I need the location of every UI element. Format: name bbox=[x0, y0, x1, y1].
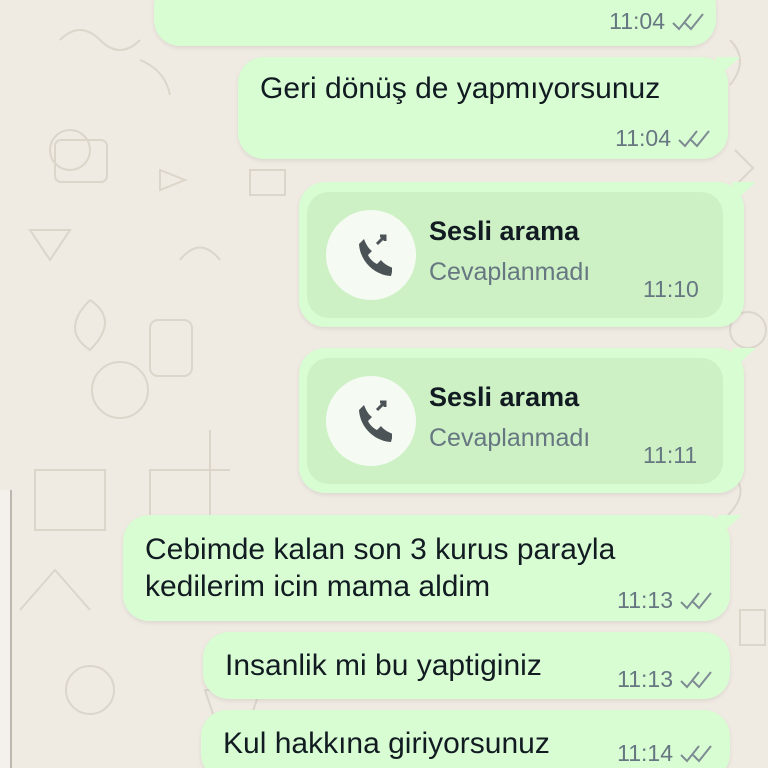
message-bubble-1[interactable]: 11:04 bbox=[154, 0, 716, 46]
message-time-2: 11:04 bbox=[615, 125, 671, 151]
call-time-1: 11:10 bbox=[643, 276, 699, 302]
read-receipt-icon bbox=[680, 670, 712, 688]
message-meta-1: 11:04 bbox=[609, 8, 706, 35]
read-receipt-icon bbox=[678, 129, 710, 147]
message-meta-3: 11:13 bbox=[617, 587, 714, 614]
voice-call-card-1: Sesli arama Cevaplanmadı 11:10 bbox=[307, 192, 723, 318]
read-receipt-icon bbox=[672, 12, 704, 30]
voice-call-card-2: Sesli arama Cevaplanmadı 11:11 bbox=[307, 358, 723, 484]
message-bubble-2[interactable]: Geri dönüş de yapmıyorsunuz 11:04 bbox=[238, 57, 740, 159]
message-bubble-5[interactable]: Kul hakkına giriyorsunuz 11:14 bbox=[201, 710, 730, 768]
voice-call-bubble-2[interactable]: Sesli arama Cevaplanmadı 11:11 bbox=[299, 348, 756, 493]
message-meta-4: 11:13 bbox=[617, 666, 714, 693]
message-text-line-1: Cebimde kalan son 3 kurus parayla bbox=[145, 533, 616, 566]
call-title-2: Sesli arama bbox=[429, 382, 580, 412]
call-status-2: Cevaplanmadı bbox=[429, 424, 591, 452]
message-text-4: Insanlik mi bu yaptiginiz bbox=[225, 649, 542, 682]
outgoing-call-icon bbox=[359, 400, 392, 442]
read-receipt-icon bbox=[680, 591, 712, 609]
outgoing-call-icon bbox=[359, 234, 392, 276]
message-bubble-3[interactable]: Cebimde kalan son 3 kurus parayla kedile… bbox=[123, 515, 742, 621]
message-text-5: Kul hakkına giriyorsunuz bbox=[223, 727, 550, 760]
call-time-2: 11:11 bbox=[643, 442, 698, 468]
message-time-3: 11:13 bbox=[617, 587, 673, 613]
voice-call-bubble-1[interactable]: Sesli arama Cevaplanmadı 11:10 bbox=[299, 182, 756, 327]
read-receipt-icon bbox=[680, 744, 712, 762]
message-time-1: 11:04 bbox=[609, 8, 665, 34]
call-status-1: Cevaplanmadı bbox=[429, 258, 591, 286]
message-text-line-2: kedilerim icin mama aldim bbox=[145, 570, 491, 603]
call-icon-container bbox=[326, 210, 416, 300]
message-bubble-4[interactable]: Insanlik mi bu yaptiginiz 11:13 bbox=[203, 632, 730, 699]
message-meta-2: 11:04 bbox=[615, 125, 712, 152]
left-panel-edge bbox=[0, 490, 12, 768]
message-time-4: 11:13 bbox=[617, 666, 673, 692]
call-title-1: Sesli arama bbox=[429, 216, 580, 246]
message-time-5: 11:14 bbox=[617, 740, 673, 766]
call-icon-container bbox=[326, 376, 416, 466]
message-meta-5: 11:14 bbox=[617, 740, 714, 767]
message-text-2: Geri dönüş de yapmıyorsunuz bbox=[260, 72, 661, 105]
